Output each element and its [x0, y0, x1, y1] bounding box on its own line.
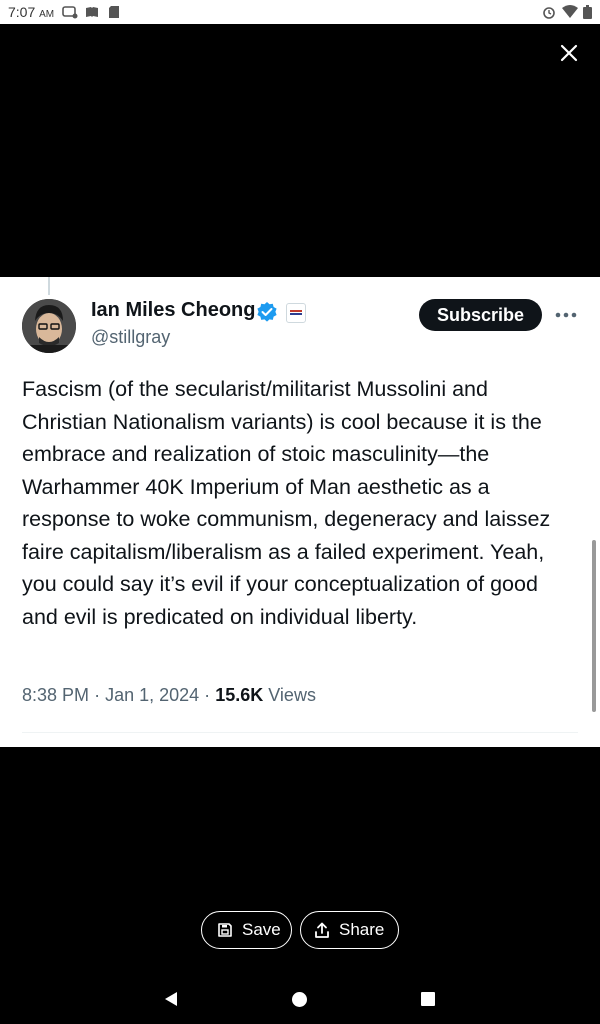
more-options-icon[interactable]	[554, 307, 578, 323]
user-handle[interactable]: @stillgray	[91, 327, 170, 348]
tweet-text: Fascism (of the secularist/militarist Mu…	[22, 377, 551, 629]
avatar[interactable]	[22, 299, 76, 353]
book-icon	[86, 7, 98, 17]
sd-card-icon	[109, 6, 119, 18]
wifi-icon	[562, 5, 578, 18]
notification-icon	[62, 6, 78, 19]
save-icon	[218, 923, 232, 937]
verified-badge-icon[interactable]	[256, 301, 278, 323]
nav-back-icon[interactable]	[163, 991, 179, 1007]
tweet-date[interactable]: Jan 1, 2024	[105, 685, 199, 705]
meta-separator: ·	[204, 685, 211, 705]
affiliation-badge-icon[interactable]	[286, 303, 306, 323]
scrollbar[interactable]	[592, 540, 596, 712]
nav-home-icon[interactable]	[292, 992, 307, 1007]
divider	[22, 732, 578, 733]
save-button[interactable]: Save	[201, 911, 292, 949]
views-label: Views	[268, 685, 316, 705]
subscribe-button[interactable]: Subscribe	[419, 299, 542, 331]
close-icon[interactable]	[556, 40, 582, 66]
tweet-meta: 8:38 PM · Jan 1, 2024 · 15.6K Views	[22, 685, 316, 706]
tweet-card: Ian Miles Cheong @stillgray Subscribe Fa…	[0, 277, 600, 747]
meta-separator: ·	[94, 685, 101, 705]
thread-line	[48, 277, 50, 295]
views-count: 15.6K	[215, 685, 264, 705]
status-time: 7:07 AM	[8, 4, 55, 20]
nav-recents-icon[interactable]	[421, 992, 435, 1006]
alarm-icon	[543, 7, 555, 19]
share-button[interactable]: Share	[300, 911, 399, 949]
battery-icon	[583, 5, 592, 19]
avatar-portrait	[22, 299, 76, 353]
status-bar: 7:07 AM	[0, 0, 600, 24]
save-label: Save	[242, 920, 281, 939]
tweet-time[interactable]: 8:38 PM	[22, 685, 89, 705]
display-name[interactable]: Ian Miles Cheong	[91, 299, 255, 322]
share-icon	[315, 922, 329, 938]
share-label: Share	[339, 920, 385, 939]
